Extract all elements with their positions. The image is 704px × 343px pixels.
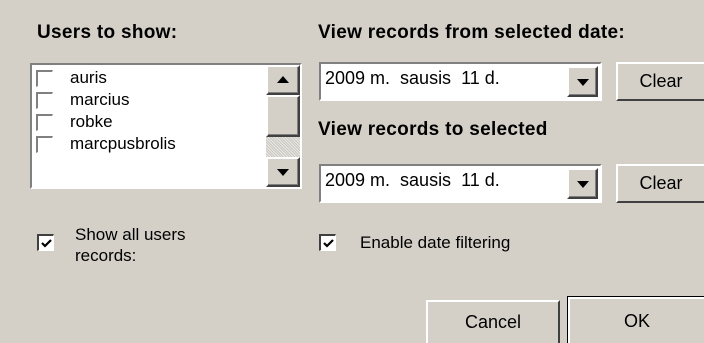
- list-item[interactable]: marcius: [36, 89, 130, 111]
- scroll-down-button[interactable]: [266, 157, 300, 187]
- user-name: auris: [70, 68, 107, 87]
- user-name: marcius: [70, 90, 130, 109]
- triangle-down-icon: [277, 169, 289, 176]
- scroll-track[interactable]: [266, 137, 300, 157]
- list-scrollbar[interactable]: [266, 65, 300, 187]
- scroll-thumb[interactable]: [266, 95, 300, 137]
- to-date-picker[interactable]: 2009 m. sausis 11 d.: [319, 164, 602, 203]
- to-date-dropdown-button[interactable]: [567, 168, 598, 199]
- from-date-heading: View records from selected date:: [318, 22, 626, 43]
- users-listbox[interactable]: auris marcius robke marcpusbrolis: [30, 63, 302, 189]
- check-icon: [322, 238, 334, 248]
- list-item[interactable]: marcpusbrolis: [36, 133, 176, 155]
- enable-date-filtering-checkbox[interactable]: [319, 234, 336, 251]
- scroll-up-button[interactable]: [266, 65, 300, 95]
- check-icon: [40, 238, 52, 248]
- show-all-users-label: Show all users records:: [75, 224, 186, 266]
- user-checkbox[interactable]: [36, 91, 53, 109]
- ok-button-focus-frame: OK: [567, 296, 704, 343]
- user-checkbox[interactable]: [36, 135, 53, 153]
- show-all-users-checkbox[interactable]: [37, 234, 54, 251]
- from-date-picker[interactable]: 2009 m. sausis 11 d.: [319, 62, 602, 101]
- user-checkbox[interactable]: [36, 69, 53, 87]
- from-date-clear-button[interactable]: Clear: [616, 62, 704, 101]
- to-date-heading: View records to selected: [318, 119, 548, 140]
- from-date-dropdown-button[interactable]: [567, 66, 598, 97]
- user-checkbox[interactable]: [36, 113, 53, 131]
- user-name: robke: [70, 112, 113, 131]
- show-all-label-line2: records:: [75, 246, 137, 265]
- list-item[interactable]: auris: [36, 67, 107, 89]
- list-item[interactable]: robke: [36, 111, 113, 133]
- enable-date-filtering-label: Enable date filtering: [360, 233, 511, 252]
- users-heading: Users to show:: [37, 22, 178, 43]
- show-all-label-line1: Show all users: [75, 225, 186, 244]
- ok-button[interactable]: OK: [568, 297, 704, 343]
- to-date-value: 2009 m. sausis 11 d.: [325, 170, 500, 190]
- chevron-down-icon: [577, 79, 589, 86]
- cancel-button[interactable]: Cancel: [426, 300, 560, 343]
- user-name: marcpusbrolis: [70, 134, 176, 153]
- triangle-up-icon: [277, 76, 289, 83]
- chevron-down-icon: [577, 181, 589, 188]
- to-date-clear-button[interactable]: Clear: [616, 164, 704, 203]
- from-date-value: 2009 m. sausis 11 d.: [325, 68, 500, 88]
